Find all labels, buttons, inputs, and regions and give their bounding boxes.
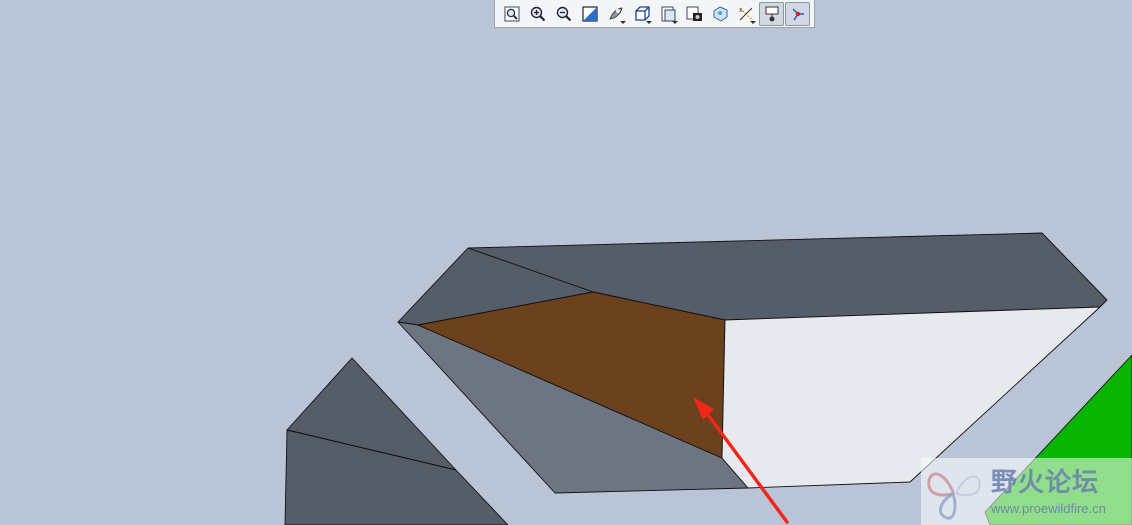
view-manager-icon xyxy=(686,6,702,21)
dropdown-arrow-icon[interactable] xyxy=(750,20,756,24)
zoom-out-button[interactable] xyxy=(551,2,576,26)
dropdown-arrow-icon[interactable] xyxy=(620,20,626,24)
appearance-button[interactable] xyxy=(707,2,732,26)
view-manager-button[interactable] xyxy=(681,2,706,26)
spin-center-icon xyxy=(791,7,804,20)
saved-views-button[interactable] xyxy=(629,2,654,26)
zoom-in-icon xyxy=(530,6,545,21)
appearance-icon xyxy=(713,5,727,22)
graphics-viewport[interactable]: x 野火论坛 www.proewildfire.cn xyxy=(0,0,1132,525)
watermark-url: www.proewildfire.cn xyxy=(991,501,1106,516)
refit-button[interactable] xyxy=(499,2,524,26)
dropdown-arrow-icon[interactable] xyxy=(672,20,678,24)
spin-center-button[interactable] xyxy=(785,1,810,26)
butterfly-logo-icon xyxy=(927,472,981,520)
model-scene[interactable] xyxy=(0,0,1132,525)
named-view-list-button[interactable] xyxy=(655,2,680,26)
datum-display-button[interactable]: x xyxy=(733,2,758,26)
annotation-display-icon xyxy=(765,6,778,21)
repaint-button[interactable] xyxy=(577,2,602,26)
render-style-button[interactable] xyxy=(603,2,628,26)
refit-icon xyxy=(504,6,519,21)
forum-watermark: 野火论坛 www.proewildfire.cn xyxy=(921,458,1132,525)
watermark-title: 野火论坛 xyxy=(991,468,1100,498)
view-toolbar: x xyxy=(494,0,815,28)
dropdown-arrow-icon[interactable] xyxy=(646,20,652,24)
zoom-out-icon xyxy=(556,6,571,21)
repaint-icon xyxy=(581,5,598,22)
svg-text:x: x xyxy=(739,7,743,14)
zoom-in-button[interactable] xyxy=(525,2,550,26)
annotation-display-button[interactable] xyxy=(759,1,784,26)
